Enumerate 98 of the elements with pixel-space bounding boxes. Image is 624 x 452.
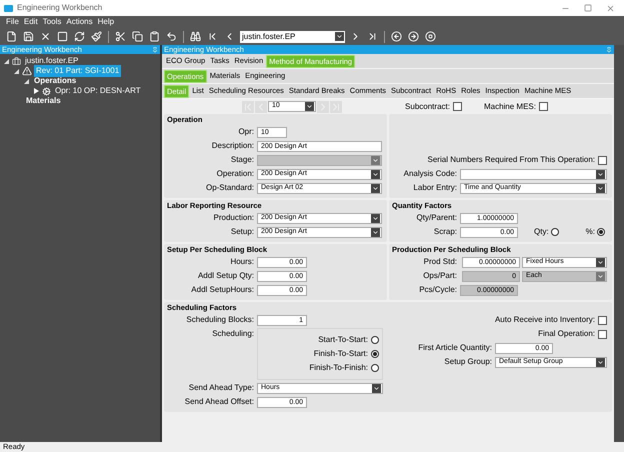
menu-item[interactable]: Help — [98, 16, 114, 28]
checkbox[interactable] — [598, 156, 607, 164]
field-label: Opr: — [237, 126, 255, 138]
dropdown-button[interactable] — [371, 214, 380, 222]
checkbox-label: Final Operation: — [538, 328, 596, 340]
expander-icon[interactable] — [14, 68, 20, 74]
field-label: Scrap: — [432, 226, 458, 238]
field-label: Description: — [210, 140, 255, 152]
pin-icon[interactable] — [152, 46, 158, 52]
caret-icon — [373, 384, 380, 392]
field-label: Operation: — [216, 168, 255, 180]
forward-icon[interactable] — [408, 31, 419, 42]
app-icon — [4, 4, 13, 12]
tree-item[interactable]: justin.foster.EP — [23, 55, 80, 67]
stop-icon[interactable] — [425, 31, 436, 42]
dropdown-button[interactable] — [596, 272, 605, 280]
field-label: Addl SetupHours: — [190, 284, 255, 296]
dropdown-button[interactable] — [596, 170, 605, 178]
save-icon[interactable] — [23, 31, 34, 42]
copy-icon[interactable] — [132, 31, 143, 42]
expander-icon[interactable] — [34, 88, 40, 94]
dropdown-button[interactable] — [335, 32, 344, 41]
tree-item[interactable]: Materials — [24, 95, 63, 107]
field-label: Setup: — [230, 226, 255, 238]
gear-icon — [42, 86, 51, 96]
caret-icon — [336, 33, 343, 40]
first-record-icon[interactable] — [207, 31, 218, 42]
field-label: Production: — [212, 212, 255, 224]
checkbox-label: Subcontract: — [405, 100, 450, 112]
radio-button[interactable] — [371, 350, 379, 358]
radio-label: Qty: — [534, 226, 549, 238]
dropdown-field[interactable] — [460, 168, 607, 180]
field-label: Prod Std: — [422, 256, 458, 268]
dropdown-button[interactable] — [305, 102, 314, 111]
field-label: Hours: — [229, 256, 255, 268]
checkbox-label: Auto Receive into Inventory: — [494, 314, 596, 326]
radio-button[interactable] — [371, 364, 379, 372]
field-label: Stage: — [230, 154, 255, 166]
menu-item[interactable]: Edit — [24, 16, 38, 28]
dropdown-button[interactable] — [371, 184, 380, 192]
delete-icon[interactable] — [40, 31, 51, 42]
field-label: First Article Quantity: — [417, 342, 493, 354]
menu-item[interactable]: File — [6, 16, 19, 28]
square-icon[interactable] — [57, 31, 68, 42]
binoculars-icon[interactable] — [190, 31, 201, 42]
checkbox[interactable] — [598, 330, 607, 338]
brush-icon[interactable] — [91, 31, 102, 42]
window-title: Engineering Workbench — [17, 2, 104, 14]
field-label: Labor Entry: — [412, 182, 458, 194]
pin-icon[interactable] — [606, 46, 612, 52]
tree-item[interactable]: Operations — [32, 75, 78, 87]
refresh-icon[interactable] — [74, 31, 85, 42]
field-label: Analysis Code: — [402, 168, 458, 180]
paste-icon[interactable] — [149, 31, 160, 42]
radio-label: %: — [586, 226, 595, 238]
radio-label: Start-To-Start: — [318, 334, 368, 346]
caret-icon — [597, 358, 604, 366]
checkbox-label: Machine MES: — [484, 100, 536, 112]
dropdown-button[interactable] — [596, 358, 605, 366]
user-combo-field[interactable]: justin.foster.EP — [240, 30, 345, 42]
dropdown-button[interactable] — [371, 170, 380, 178]
last-record-icon[interactable] — [367, 31, 378, 42]
field-label: Send Ahead Type: — [188, 382, 255, 394]
dropdown-button[interactable] — [596, 258, 605, 266]
field-label: Ops/Part: — [422, 270, 458, 282]
tree-item[interactable]: Opr: 10 OP: DESN-ART — [53, 85, 143, 97]
close-icon[interactable] — [606, 4, 615, 12]
dropdown-button[interactable] — [372, 384, 381, 392]
checkbox[interactable] — [539, 102, 548, 111]
caret-icon — [306, 103, 313, 110]
checkbox[interactable] — [598, 316, 607, 324]
checkbox-label: Serial Numbers Required From This Operation: — [428, 154, 596, 166]
briefcase-icon — [12, 56, 21, 66]
field-label: Op-Standard: — [204, 182, 255, 194]
new-file-icon[interactable] — [6, 31, 17, 42]
field-label: Pcs/Cycle: — [418, 284, 458, 296]
warning-icon — [22, 66, 32, 76]
radio-button[interactable] — [371, 336, 379, 344]
dropdown-button[interactable] — [371, 228, 380, 236]
field-label: Setup Group: — [443, 356, 493, 368]
undo-icon[interactable] — [166, 31, 177, 42]
menu-item[interactable]: Tools — [42, 16, 62, 28]
expander-icon[interactable] — [24, 78, 30, 84]
cut-icon[interactable] — [115, 31, 126, 42]
field-label: Scheduling: — [211, 328, 255, 340]
field-label: Qty/Parent: — [416, 212, 458, 224]
field-label: Send Ahead Offset: — [184, 396, 255, 408]
radio-button[interactable] — [597, 228, 605, 236]
radio-label: Finish-To-Finish: — [309, 362, 368, 374]
dropdown-button[interactable] — [596, 184, 605, 192]
back-icon[interactable] — [391, 31, 402, 42]
checkbox[interactable] — [452, 102, 462, 111]
radio-label: Finish-To-Start: — [314, 348, 368, 360]
field-label: Addl Setup Qty: — [196, 270, 255, 282]
radio-button[interactable] — [550, 228, 559, 236]
expander-icon[interactable] — [4, 58, 10, 64]
menu-item[interactable]: Actions — [66, 16, 93, 28]
field-label: Scheduling Blocks: — [185, 314, 255, 326]
